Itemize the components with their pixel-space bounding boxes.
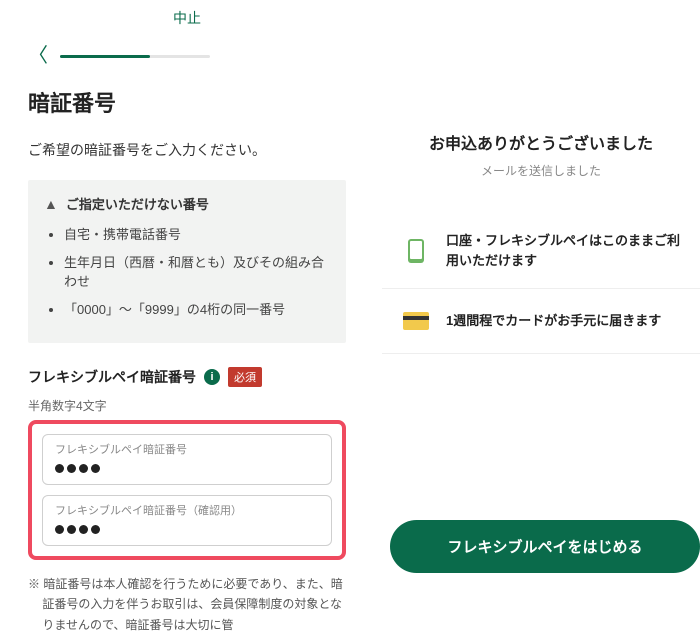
pin-section-label-row: フレキシブルペイ暗証番号 i 必須 xyxy=(28,367,346,387)
pin-input[interactable]: フレキシブルペイ暗証番号 xyxy=(42,434,332,485)
start-button[interactable]: フレキシブルペイをはじめる xyxy=(390,520,700,573)
progress-fill xyxy=(60,55,150,58)
pin-confirm-input[interactable]: フレキシブルペイ暗証番号（確認用） xyxy=(42,495,332,546)
required-badge: 必須 xyxy=(228,367,262,387)
footnote: ※ 暗証番号は本人確認を行うために必要であり、また、暗証番号の入力を伴うお取引は… xyxy=(28,574,346,635)
pin-input-value xyxy=(55,459,319,476)
info-icon[interactable]: i xyxy=(204,369,220,385)
thanks-title: お申込ありがとうございました xyxy=(402,130,680,154)
card-icon xyxy=(402,307,430,335)
back-chevron-icon[interactable]: 〈 xyxy=(28,46,48,66)
pin-confirm-value xyxy=(55,520,319,537)
status-account-text: 口座・フレキシブルペイはこのままご利用いただけます xyxy=(446,231,680,270)
warning-icon: ▲ xyxy=(44,196,58,212)
cancel-link[interactable]: 中止 xyxy=(173,10,201,26)
progress-bar xyxy=(60,55,210,58)
warning-item: 生年月日（西暦・和暦とも）及びその組み合わせ xyxy=(64,253,330,292)
phone-icon xyxy=(402,237,430,265)
warning-header-text: ご指定いただけない番号 xyxy=(66,194,209,213)
status-card-text: 1週間程でカードがお手元に届きます xyxy=(446,311,661,331)
warning-box: ▲ ご指定いただけない番号 自宅・携帯電話番号 生年月日（西暦・和暦とも）及びそ… xyxy=(28,180,346,343)
status-row-card: 1週間程でカードがお手元に届きます xyxy=(382,289,700,354)
warning-item: 自宅・携帯電話番号 xyxy=(64,225,330,245)
instruction-text: ご希望の暗証番号をご入力ください。 xyxy=(28,140,346,160)
pin-section-label: フレキシブルペイ暗証番号 xyxy=(28,367,196,387)
pin-input-highlight: フレキシブルペイ暗証番号 フレキシブルペイ暗証番号（確認用） xyxy=(28,420,346,560)
thanks-subtitle: メールを送信しました xyxy=(402,162,680,179)
pin-confirm-label: フレキシブルペイ暗証番号（確認用） xyxy=(55,502,319,518)
page-title: 暗証番号 xyxy=(28,86,346,118)
status-row-account: 口座・フレキシブルペイはこのままご利用いただけます xyxy=(382,213,700,289)
pin-input-label: フレキシブルペイ暗証番号 xyxy=(55,441,319,457)
warning-item: 「0000」～「9999」の4桁の同一番号 xyxy=(64,300,330,320)
pin-hint: 半角数字4文字 xyxy=(28,397,346,414)
